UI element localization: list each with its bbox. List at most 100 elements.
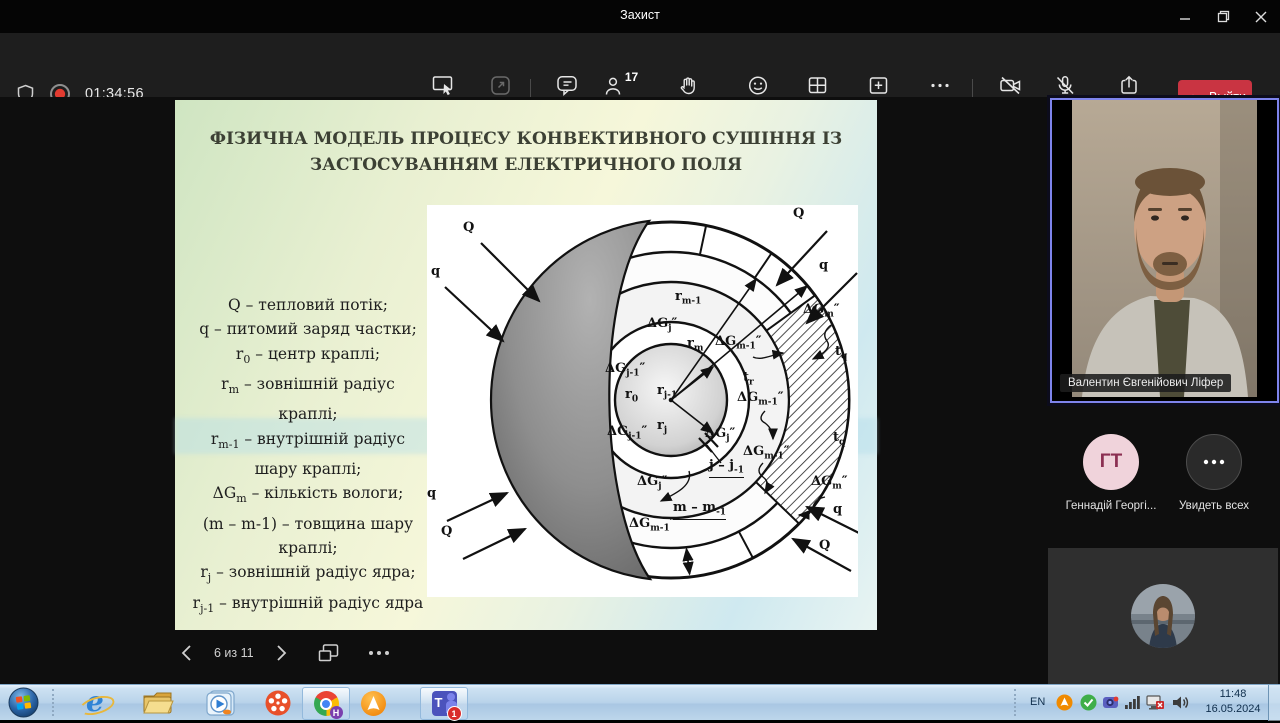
diagram-label: rm-1 (675, 290, 701, 307)
slide-page-indicator: 6 из 11 (214, 646, 254, 660)
diagram-label: rj (657, 419, 667, 436)
restore-icon (1217, 10, 1230, 23)
slide-more-options-button[interactable] (368, 650, 390, 656)
droplet-diagram-drawing (427, 205, 858, 597)
diagram-label: ΔGj″ (647, 317, 677, 334)
diagram-label: tr (743, 371, 754, 388)
chat-icon (556, 75, 578, 96)
diagram-label: Q (819, 539, 830, 552)
diagram-label: q (427, 487, 436, 500)
show-desktop-button[interactable] (1268, 685, 1280, 721)
media-player-icon (206, 689, 236, 717)
diagram-label: ΔGj″ (637, 475, 667, 492)
chrome-icon: H (314, 691, 339, 716)
teams-icon: T 1 (432, 691, 457, 716)
chrome-button[interactable]: H (302, 687, 350, 720)
raise-hand-icon (677, 75, 699, 96)
diagram-label: ΔGm-1″ (743, 445, 790, 462)
movie-app-button[interactable] (264, 689, 292, 722)
language-indicator[interactable]: EN (1030, 696, 1045, 708)
previous-slide-button[interactable] (180, 644, 192, 662)
teams-notification-badge: 1 (447, 706, 462, 721)
more-dots-icon (929, 75, 951, 96)
share-icon (1118, 75, 1140, 96)
diagram-label: r0 (625, 388, 638, 405)
antivirus-button[interactable] (360, 690, 387, 722)
diagram-label: ΔGm-1″ (737, 391, 784, 408)
meeting-stage: ФІЗИЧНА МОДЕЛЬ ПРОЦЕСУ КОНВЕКТИВНОГО СУШ… (0, 97, 1280, 684)
overflow-dots-icon (1202, 459, 1226, 465)
network-error-tray-icon[interactable] (1146, 694, 1165, 716)
windows-start-icon (8, 687, 39, 718)
internet-explorer-icon: e (80, 688, 110, 718)
window-titlebar: Захист (0, 0, 1280, 33)
see-all-button[interactable] (1186, 434, 1242, 490)
internet-explorer-button[interactable]: e (80, 688, 110, 718)
minimize-icon (1179, 11, 1191, 23)
window-title: Захист (0, 8, 1280, 22)
restore-button[interactable] (1204, 0, 1242, 33)
teams-button[interactable]: T 1 (420, 687, 468, 720)
media-player-button[interactable] (206, 689, 236, 722)
participant-avatar[interactable]: ГТ (1083, 434, 1139, 490)
speaker-video-tile[interactable]: Валентин Євгенійович Ліфер (1050, 98, 1279, 403)
participants-icon (604, 75, 624, 96)
mic-off-icon (1054, 75, 1076, 96)
volume-tray-icon[interactable] (1172, 694, 1190, 716)
participants-count: 17 (625, 70, 638, 84)
speaker-portrait (1072, 100, 1257, 397)
diagram-label: rm (687, 337, 703, 354)
droplet-model-diagram: Q q Q q ΔGm″ tq rm-1 ΔGj″ rm ΔGm-1″ ΔGj-… (427, 205, 858, 597)
diagram-label: ΔGj-1″ (605, 362, 645, 379)
windows-taskbar: e H (0, 684, 1280, 720)
avast-icon (360, 690, 387, 717)
presentation-slide: ФІЗИЧНА МОДЕЛЬ ПРОЦЕСУ КОНВЕКТИВНОГО СУШ… (175, 100, 877, 630)
speaker-video (1072, 100, 1257, 397)
diagram-label: m – m-1 (673, 501, 726, 520)
next-slide-button[interactable] (276, 644, 288, 662)
diagram-label: ΔGm-1″ (629, 517, 676, 534)
apps-plus-icon (868, 75, 889, 96)
diagram-label: ΔGj″ (705, 427, 735, 444)
slide-title: ФІЗИЧНА МОДЕЛЬ ПРОЦЕСУ КОНВЕКТИВНОГО СУШ… (195, 126, 857, 179)
diagram-label: Q (463, 221, 474, 234)
minimize-button[interactable] (1166, 0, 1204, 33)
slide-legend: Q – тепловий потік; q – питомий заряд ча… (183, 293, 433, 621)
participant-video-tile[interactable] (1048, 548, 1278, 684)
meeting-toolbar: 01:34:56 Управлять Контент Чат 17 Участн… (0, 33, 1280, 97)
diagram-label: j – j-1 (709, 459, 744, 478)
presenter-view-button[interactable] (318, 643, 340, 663)
smiley-icon (747, 75, 769, 96)
tray-grip (1014, 689, 1020, 716)
start-button[interactable] (8, 687, 39, 723)
clock-date: 16.05.2024 (1198, 702, 1268, 717)
diagram-label: ΔGm-1″ (715, 335, 762, 352)
see-all-label: Увидеть всех (1152, 500, 1276, 512)
diagram-label: ΔGm″ (811, 475, 848, 492)
speaker-name-label: Валентин Євгенійович Ліфер (1060, 374, 1231, 392)
avast-tray-icon[interactable] (1056, 694, 1073, 716)
diagram-label: tq (835, 345, 847, 362)
movie-reel-icon (264, 689, 292, 717)
diagram-label: rj-1 (657, 384, 677, 401)
diagram-label: tq (833, 431, 845, 448)
diagram-label: ΔGm″ (803, 303, 840, 320)
participant-initials: ГТ (1100, 451, 1122, 473)
close-button[interactable] (1242, 0, 1280, 33)
folder-icon (142, 690, 174, 716)
diagram-label: ΔGj-1″ (607, 425, 647, 442)
close-icon (1255, 11, 1267, 23)
diagram-label: Q (441, 525, 452, 538)
file-explorer-button[interactable] (142, 690, 174, 721)
taskbar-clock[interactable]: 11:48 16.05.2024 (1198, 687, 1268, 717)
grid-view-icon (807, 75, 828, 96)
content-popout-icon (490, 75, 511, 96)
webcam-tray-icon[interactable] (1102, 694, 1120, 716)
participant-photo-avatar (1131, 584, 1195, 648)
status-ok-tray-icon[interactable] (1080, 694, 1097, 716)
taskbar-grip (52, 689, 58, 716)
diagram-label: q (431, 265, 440, 278)
signal-strength-tray-icon[interactable] (1124, 694, 1141, 715)
diagram-label: q (833, 503, 842, 516)
chrome-profile-badge: H (330, 706, 343, 719)
